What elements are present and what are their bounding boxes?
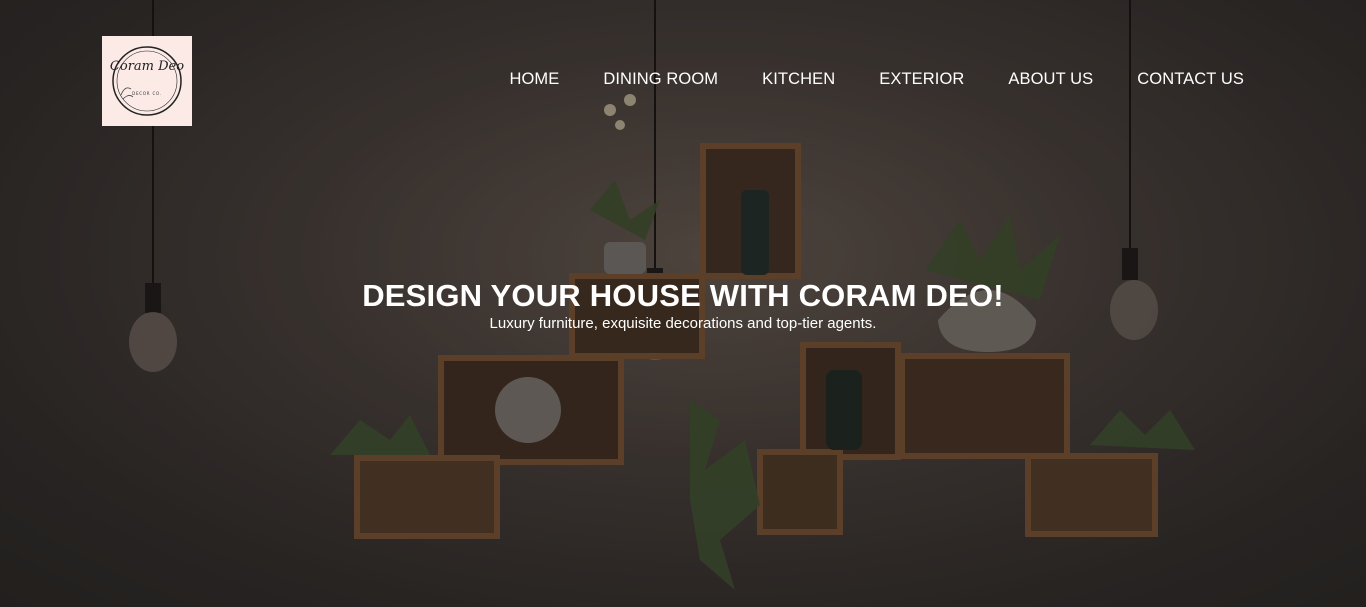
logo-emblem-icon [112,46,182,116]
hero-subtitle: Luxury furniture, exquisite decorations … [489,315,877,332]
logo-text-main: Coram Deo [109,59,185,74]
nav-exterior[interactable]: EXTERIOR [879,70,964,89]
logo-text-sub: DECOR CO. [132,91,162,96]
hero-section: Coram Deo DECOR CO. HOME DINING ROOM KIT… [0,0,1366,607]
nav-dining-room[interactable]: DINING ROOM [603,70,718,89]
hero-title: DESIGN YOUR HOUSE WITH CORAM DEO! [362,278,1004,313]
nav-kitchen[interactable]: KITCHEN [762,70,835,89]
brand-logo[interactable]: Coram Deo DECOR CO. [102,36,192,126]
main-navigation: HOME DINING ROOM KITCHEN EXTERIOR ABOUT … [509,70,1244,89]
nav-contact-us[interactable]: CONTACT US [1137,70,1244,89]
nav-about-us[interactable]: ABOUT US [1008,70,1093,89]
nav-home[interactable]: HOME [509,70,559,89]
